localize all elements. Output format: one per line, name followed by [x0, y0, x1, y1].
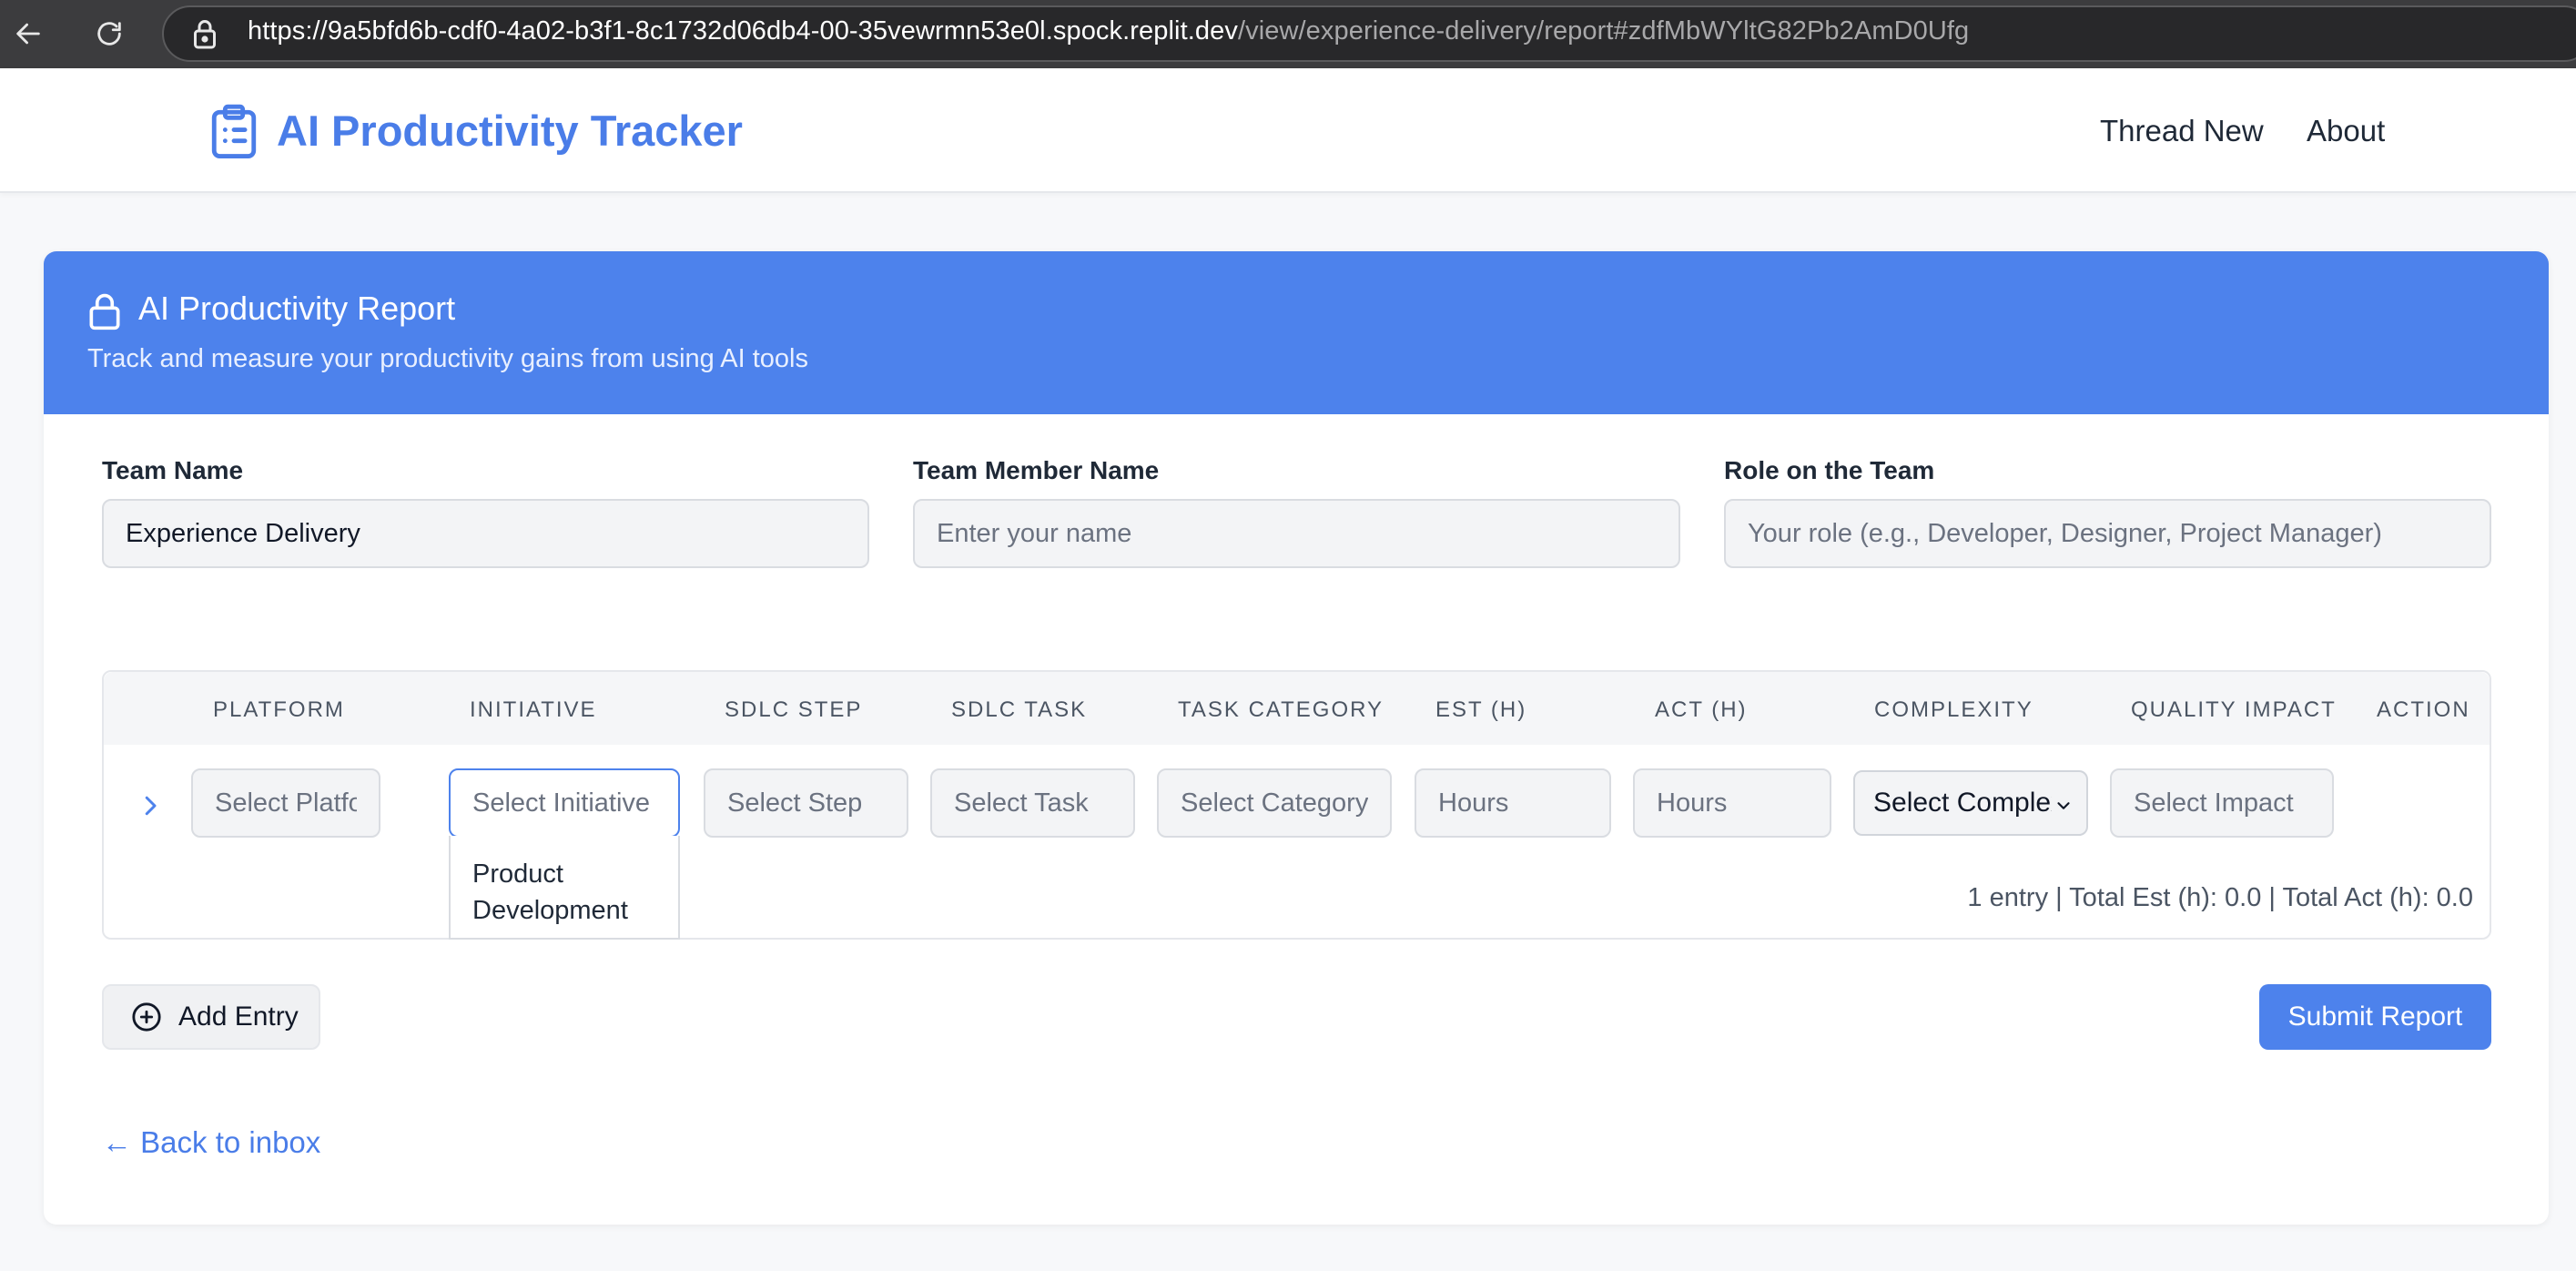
back-arrow-icon[interactable] [7, 13, 49, 55]
dropdown-option[interactable]: Product Development [472, 856, 656, 929]
col-sdlc-task: SDLC TASK [951, 697, 1088, 722]
member-name-label: Team Member Name [913, 456, 1160, 484]
col-task-category: TASK CATEGORY [1178, 697, 1384, 722]
col-action: ACTION [2377, 697, 2470, 722]
team-name-input[interactable] [102, 499, 869, 568]
role-label: Role on the Team [1724, 456, 1935, 484]
platform-input[interactable] [191, 768, 380, 838]
submit-report-button[interactable]: Submit Report [2259, 984, 2491, 1050]
initiative-input[interactable] [449, 768, 680, 838]
col-complexity: COMPLEXITY [1874, 697, 2033, 722]
complexity-select[interactable]: Select Complexity [1853, 770, 2088, 836]
complexity-value: Select Complexity [1873, 788, 2052, 818]
back-to-inbox-link[interactable]: ← Back to inbox [102, 1125, 320, 1160]
col-initiative: INITIATIVE [470, 697, 597, 722]
role-input[interactable] [1724, 499, 2491, 568]
sdlc-step-input[interactable] [704, 768, 908, 838]
task-category-input[interactable] [1157, 768, 1392, 838]
entries-table: PLATFORM INITIATIVE SDLC STEP SDLC TASK … [102, 670, 2491, 940]
nav-about[interactable]: About [2307, 114, 2385, 148]
app-header: AI Productivity Tracker Thread New About [0, 68, 2576, 193]
col-quality-impact: QUALITY IMPACT [2131, 697, 2337, 722]
url-path: /view/experience-delivery/report#zdfMbWY… [1237, 16, 1970, 46]
member-name-input[interactable] [913, 499, 1680, 568]
report-card: AI Productivity Report Track and measure… [44, 251, 2549, 1225]
report-title: AI Productivity Report [138, 290, 456, 327]
report-subtitle: Track and measure your productivity gain… [87, 344, 808, 373]
add-entry-label: Add Entry [178, 1002, 299, 1032]
app-title[interactable]: AI Productivity Tracker [277, 106, 743, 156]
browser-toolbar: https://9a5bfd6b-cdf0-4a02-b3f1-8c1732d0… [0, 0, 2576, 68]
chevron-right-icon[interactable] [137, 792, 164, 819]
col-platform: PLATFORM [213, 697, 345, 722]
url-text[interactable]: https://9a5bfd6b-cdf0-4a02-b3f1-8c1732d0… [248, 16, 1969, 46]
initiative-dropdown: Product Development [449, 836, 680, 940]
col-sdlc-step: SDLC STEP [725, 697, 863, 722]
reload-icon[interactable] [88, 13, 130, 55]
url-host: https://9a5bfd6b-cdf0-4a02-b3f1-8c1732d0… [248, 16, 1238, 46]
act-hours-input[interactable] [1633, 768, 1831, 838]
quality-impact-input[interactable] [2110, 768, 2334, 838]
lock-icon [194, 20, 216, 49]
col-est-hours: EST (H) [1435, 697, 1527, 722]
chevron-down-icon [2057, 802, 2070, 809]
lock-icon [89, 293, 120, 330]
table-header: PLATFORM INITIATIVE SDLC STEP SDLC TASK … [104, 672, 2490, 745]
clipboard-icon [211, 104, 257, 158]
plus-circle-icon [132, 1002, 161, 1032]
report-banner: AI Productivity Report Track and measure… [44, 251, 2549, 414]
entries-summary: 1 entry | Total Est (h): 0.0 | Total Act… [1967, 883, 2473, 912]
nav-thread-new[interactable]: Thread New [2100, 114, 2264, 148]
col-act-hours: ACT (H) [1655, 697, 1748, 722]
team-name-label: Team Name [102, 456, 244, 484]
est-hours-input[interactable] [1415, 768, 1611, 838]
add-entry-button[interactable]: Add Entry [102, 984, 320, 1050]
sdlc-task-input[interactable] [930, 768, 1135, 838]
